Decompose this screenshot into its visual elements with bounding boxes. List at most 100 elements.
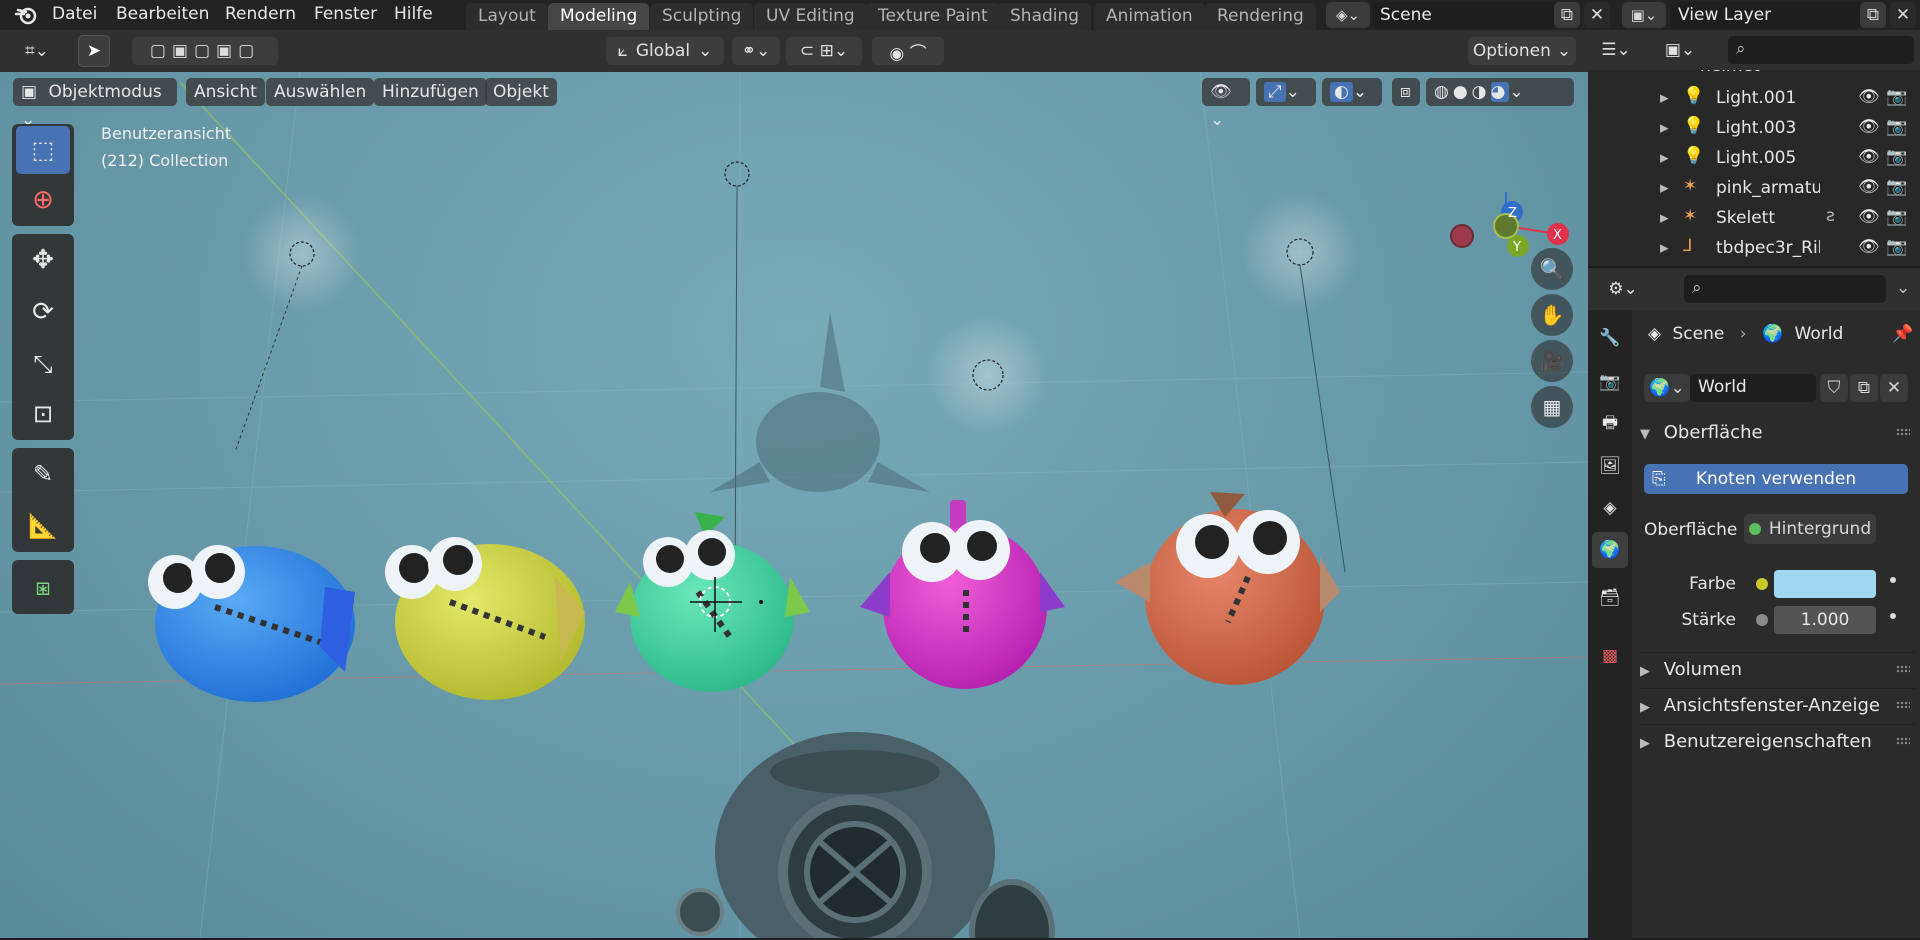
rotate-tool[interactable]: ⟳ bbox=[16, 288, 70, 336]
editor-type-button[interactable]: ⌗⌄ bbox=[14, 37, 60, 65]
add-cube-tool[interactable]: ⧆ bbox=[16, 563, 70, 611]
tab-sculpting[interactable]: Sculpting bbox=[650, 3, 754, 30]
tab-world[interactable]: 🌍 bbox=[1592, 532, 1628, 568]
new-scene-icon[interactable]: ⧉ bbox=[1554, 2, 1580, 28]
visibility-dropdown[interactable]: 👁⌄ bbox=[1202, 78, 1250, 130]
drag-handle-icon[interactable] bbox=[1896, 701, 1910, 709]
surface-shader-selector[interactable]: Hintergrund bbox=[1744, 514, 1876, 544]
xray-toggle[interactable]: ⧈ bbox=[1392, 78, 1420, 106]
panel-custom-props-header[interactable]: ▶ Benutzereigenschaften bbox=[1640, 724, 1916, 758]
use-nodes-button[interactable]: ⎘ Knoten verwenden bbox=[1644, 464, 1908, 494]
tab-layout[interactable]: Layout bbox=[466, 3, 548, 30]
selection-mode-group[interactable]: ▢▣▢▣▢ bbox=[132, 37, 278, 65]
tab-shading[interactable]: Shading bbox=[998, 3, 1092, 30]
options-dropdown[interactable]: Optionen ⌄ bbox=[1468, 37, 1576, 65]
expand-arrow-icon[interactable]: ▸ bbox=[1660, 178, 1669, 198]
ortho-toggle-button[interactable]: ▦ bbox=[1531, 386, 1573, 428]
fake-user-icon[interactable]: ⛉ bbox=[1820, 374, 1848, 402]
tab-collection[interactable]: 🗃 bbox=[1592, 580, 1628, 616]
keyframe-dot-icon[interactable] bbox=[1890, 577, 1896, 583]
overlay-toggle[interactable]: ◐ ⌄ bbox=[1322, 78, 1382, 106]
annotate-tool[interactable]: ✎ bbox=[16, 450, 70, 498]
unlink-icon[interactable]: ✕ bbox=[1880, 374, 1908, 402]
pivot-point-dropdown[interactable]: ⚭⌄ bbox=[732, 37, 780, 65]
cursor-tool[interactable]: ⊕ bbox=[16, 176, 70, 224]
drag-handle-icon[interactable] bbox=[1896, 428, 1910, 436]
navigation-gizmo[interactable]: Z X Y bbox=[1444, 124, 1584, 264]
menu-object[interactable]: Objekt bbox=[485, 78, 557, 106]
select-tool-button[interactable]: ➤ bbox=[78, 35, 110, 67]
view-layer-selector-button[interactable]: ▣⌄ bbox=[1622, 2, 1666, 28]
camera-icon[interactable]: 📷 bbox=[1886, 87, 1907, 107]
properties-search-input[interactable]: ⌕ bbox=[1684, 275, 1886, 303]
camera-icon[interactable]: 📷 bbox=[1886, 177, 1907, 197]
blender-logo-icon[interactable] bbox=[14, 4, 38, 26]
scene-name-field[interactable]: Scene bbox=[1372, 2, 1564, 28]
menu-render[interactable]: Rendern bbox=[225, 4, 296, 24]
duplicate-icon[interactable]: ⧉ bbox=[1850, 374, 1878, 402]
panel-viewport-display-header[interactable]: ▶ Ansichtsfenster-Anzeige bbox=[1640, 688, 1916, 722]
camera-icon[interactable]: 📷 bbox=[1886, 117, 1907, 137]
camera-icon[interactable]: 📷 bbox=[1886, 147, 1907, 167]
expand-arrow-icon[interactable]: ▸ bbox=[1660, 238, 1669, 258]
eye-icon[interactable]: 👁 bbox=[1858, 207, 1880, 227]
pin-icon[interactable]: 📌 bbox=[1892, 324, 1913, 344]
menu-view[interactable]: Ansicht bbox=[186, 78, 265, 106]
expand-arrow-icon[interactable]: ▸ bbox=[1660, 118, 1669, 138]
transform-tool[interactable]: ⊡ bbox=[16, 390, 70, 438]
pan-button[interactable]: ✋ bbox=[1531, 294, 1573, 336]
tab-scene[interactable]: ◈ bbox=[1592, 490, 1628, 526]
gizmo-toggle[interactable]: ⤢ ⌄ bbox=[1256, 78, 1316, 106]
tab-uv-editing[interactable]: UV Editing bbox=[754, 3, 867, 30]
outliner-row-skelett[interactable]: ▸ ✶ Skelett ꙅ 👁 📷 bbox=[1588, 204, 1920, 234]
delete-view-layer-icon[interactable]: ✕ bbox=[1890, 2, 1916, 28]
shading-mode-group[interactable]: ◍●◑◕⌄ bbox=[1426, 78, 1574, 106]
expand-arrow-icon[interactable]: ▸ bbox=[1660, 88, 1669, 108]
snapping-group[interactable]: ⊂ ⊞⌄ bbox=[786, 37, 862, 65]
measure-tool[interactable]: 📐 bbox=[16, 502, 70, 550]
camera-view-button[interactable]: 🎥 bbox=[1531, 340, 1573, 382]
outliner-row-light-005[interactable]: ▸ 💡 Light.005 👁 📷 bbox=[1588, 144, 1920, 174]
tab-render[interactable]: 📷 bbox=[1592, 364, 1628, 400]
eye-icon[interactable]: 👁 bbox=[1858, 177, 1880, 197]
tab-tool[interactable]: 🔧 bbox=[1592, 320, 1628, 356]
move-tool[interactable]: ✥ bbox=[16, 236, 70, 284]
outliner-row-pink-armature[interactable]: ▸ ✶ pink_armatur 👁 📷 bbox=[1588, 174, 1920, 204]
camera-icon[interactable]: 📷 bbox=[1886, 207, 1907, 227]
drag-handle-icon[interactable] bbox=[1896, 737, 1910, 745]
zoom-button[interactable]: 🔍 bbox=[1531, 248, 1573, 290]
color-swatch[interactable] bbox=[1774, 570, 1876, 598]
tab-rendering[interactable]: Rendering bbox=[1205, 3, 1316, 30]
3d-viewport[interactable]: ▣ Objektmodus ⌄ Ansicht Auswählen Hinzuf… bbox=[0, 72, 1588, 938]
eye-icon[interactable]: 👁 bbox=[1858, 87, 1880, 107]
transform-orientation-dropdown[interactable]: ⟀ Global ⌄ bbox=[606, 37, 724, 65]
tab-animation[interactable]: Animation bbox=[1094, 3, 1205, 30]
scale-tool[interactable]: ⤡ bbox=[16, 340, 70, 388]
menu-help[interactable]: Hilfe bbox=[394, 4, 433, 24]
tab-output[interactable]: 🖶 bbox=[1592, 406, 1628, 442]
outliner-row-tbdpec3r[interactable]: ▸ ⅃ tbdpec3r_Rib 👁 📷 bbox=[1588, 234, 1920, 264]
eye-icon[interactable]: 👁 bbox=[1858, 117, 1880, 137]
tab-modeling[interactable]: Modeling bbox=[548, 3, 650, 30]
menu-file[interactable]: Datei bbox=[52, 4, 97, 24]
panel-volume-header[interactable]: ▶ Volumen bbox=[1640, 652, 1916, 686]
outliner-editor-type[interactable]: ☰⌄ bbox=[1596, 36, 1636, 64]
world-browse-button[interactable]: 🌍⌄ bbox=[1644, 374, 1690, 402]
new-view-layer-icon[interactable]: ⧉ bbox=[1860, 2, 1886, 28]
menu-select[interactable]: Auswählen bbox=[266, 78, 375, 106]
outliner-search-input[interactable]: ⌕ bbox=[1728, 36, 1914, 64]
drag-handle-icon[interactable] bbox=[1896, 665, 1910, 673]
expand-arrow-icon[interactable]: ▸ bbox=[1660, 208, 1669, 228]
tab-texture-paint[interactable]: Texture Paint bbox=[866, 3, 1000, 30]
world-name-field[interactable]: World bbox=[1690, 374, 1816, 402]
view-layer-name-field[interactable]: View Layer bbox=[1670, 2, 1866, 28]
keyframe-dot-icon[interactable] bbox=[1890, 613, 1896, 619]
select-box-tool[interactable]: ⬚ bbox=[16, 126, 70, 174]
proportional-editing-group[interactable]: ◉ ⌒ bbox=[872, 37, 944, 65]
menu-add[interactable]: Hinzufügen bbox=[374, 78, 487, 106]
delete-scene-icon[interactable]: ✕ bbox=[1584, 2, 1610, 28]
eye-icon[interactable]: 👁 bbox=[1858, 237, 1880, 257]
tab-texture[interactable]: ▩ bbox=[1592, 638, 1628, 674]
chevron-down-icon[interactable]: ⌄ bbox=[1896, 278, 1910, 298]
menu-edit[interactable]: Bearbeiten bbox=[116, 4, 209, 24]
